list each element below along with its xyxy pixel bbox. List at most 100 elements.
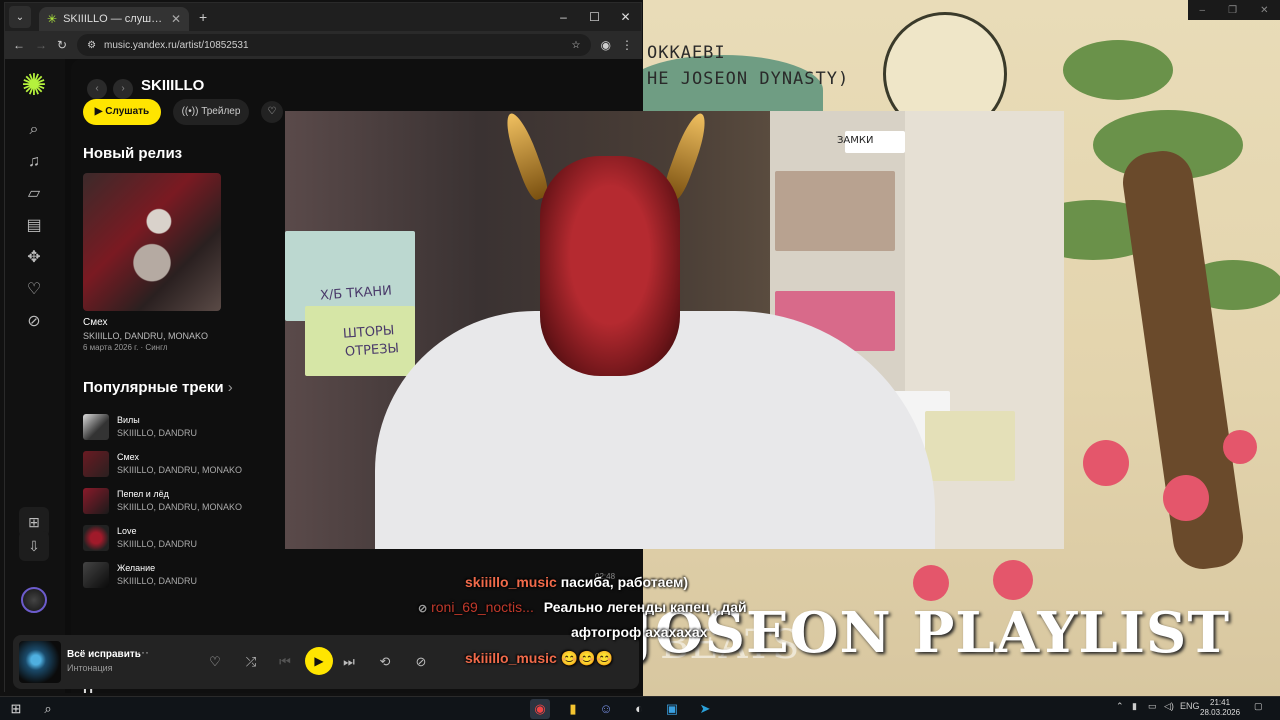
yandex-music-logo-icon[interactable]: ✺ [19, 71, 49, 101]
bg-caption-line2: HE JOSEON DYNASTY) [647, 69, 850, 89]
heart-icon[interactable]: ♡ [23, 279, 45, 301]
search-icon[interactable]: ⌕ [38, 699, 58, 719]
url-text: music.yandex.ru/artist/10852531 [104, 39, 249, 51]
tray-chevron-icon[interactable]: ⌃ [1116, 701, 1124, 712]
chrome-icon[interactable]: ◉ [530, 699, 550, 719]
popular-heading[interactable]: Популярные треки › [83, 379, 233, 396]
chat-message: skiiillo_music 😊😊😊 [465, 650, 613, 667]
close-tab-icon[interactable]: ✕ [171, 12, 181, 26]
trailer-button[interactable]: ((•)) Трейлер [173, 99, 249, 125]
track-cover [83, 525, 109, 551]
cam-horn [500, 111, 552, 203]
chat-text: пасиба, работаем) [560, 574, 689, 590]
avatar[interactable] [21, 587, 47, 613]
track-artists: SKIIILLO, DANDRU [117, 539, 198, 549]
webcam-overlay: Х/Б ТКАНИ ШТОРЫ ОТРЕЗЫ ЗАМКИ [285, 111, 1064, 549]
player-more-icon[interactable]: ··· [137, 645, 149, 659]
close-window-icon[interactable]: ✕ [610, 3, 641, 31]
bg-flower [913, 565, 949, 601]
profile-icon[interactable]: ◉ [601, 38, 611, 52]
browser-menu-icon[interactable]: ⋮ [621, 38, 633, 52]
release-cover[interactable] [83, 173, 221, 311]
popular-heading-label: Популярные треки [83, 379, 224, 396]
chat-message: ⊘ roni_69_noctis... Реально легенды капе… [418, 599, 747, 615]
volume-icon[interactable]: ◁) [1164, 701, 1174, 712]
repeat-icon[interactable]: ⟲ [375, 652, 395, 672]
track-artists: SKIIILLO, DANDRU [117, 428, 198, 438]
track-row[interactable]: Желание SKIIILLO, DANDRU [83, 562, 343, 592]
url-field[interactable]: ⚙ music.yandex.ru/artist/10852531 ☆ [77, 34, 591, 56]
listen-button[interactable]: ▶ Слушать [83, 99, 161, 125]
book-icon[interactable]: ▤ [23, 215, 45, 237]
notifications-icon[interactable]: ▢ [1254, 701, 1263, 712]
windows-start-icon[interactable]: ⊞ [6, 699, 26, 719]
like-icon[interactable]: ♡ [205, 652, 225, 672]
reload-icon[interactable]: ↻ [57, 38, 67, 52]
shuffle-icon[interactable]: ⤮ [241, 652, 261, 672]
bg-caption-line1: OKKAEBI [647, 43, 726, 63]
oni-mask [540, 156, 680, 376]
artist-name: SKIIILLO [141, 77, 205, 94]
usb-icon[interactable]: ▮ [1132, 701, 1137, 712]
dislike-icon[interactable]: ⊘ [411, 652, 431, 672]
release-title[interactable]: Смех [83, 317, 107, 328]
tab-search-button[interactable]: ⌄ [9, 6, 31, 28]
map-icon[interactable]: ▱ [23, 183, 45, 205]
page-back-icon[interactable]: ‹ [87, 79, 107, 99]
chat-text: Реально легенды капец , дай [543, 599, 747, 615]
track-title: Вилы [117, 415, 140, 425]
music-note-icon[interactable]: ♫ [23, 151, 45, 173]
compass-icon[interactable]: ⊘ [23, 311, 45, 333]
discord-icon[interactable]: ☺ [596, 699, 616, 719]
app-icon[interactable]: ▣ [662, 699, 682, 719]
player-track-title[interactable]: Всё исправить [67, 649, 141, 660]
clock[interactable]: 21:41 28.03.2026 [1200, 698, 1240, 718]
chat-username: skiiillo_music [465, 574, 557, 590]
yandex-music-favicon-icon: ✳ [47, 12, 58, 26]
minimize-icon[interactable]: – [548, 3, 579, 31]
bg-window-controls[interactable]: – ❐ ✕ [1188, 0, 1280, 20]
trailer-label: Трейлер [201, 106, 241, 117]
player-cover[interactable] [19, 641, 61, 683]
page-forward-icon[interactable]: › [113, 79, 133, 99]
side-rail: ✺ ⌕ ♫ ▱ ▤ ✥ ♡ ⊘ ⊞ ⇩ [5, 59, 65, 693]
puzzle-icon[interactable]: ✥ [23, 247, 45, 269]
like-artist-icon[interactable]: ♡ [261, 101, 283, 123]
chat-text: афтогроф ахахахах [571, 624, 708, 640]
clock-time: 21:41 [1210, 698, 1231, 707]
listen-label: Слушать [105, 106, 150, 117]
player-track-artist[interactable]: Интонация [67, 663, 113, 673]
network-icon[interactable]: ▭ [1148, 701, 1157, 712]
download-icon[interactable]: ⇩ [19, 531, 49, 561]
search-icon[interactable]: ⌕ [23, 119, 45, 141]
next-icon[interactable]: ⏭ [339, 652, 359, 672]
track-cover [83, 488, 109, 514]
browser-tab[interactable]: ✳ SKIIILLO — слушать онлайн бе ✕ [39, 7, 189, 31]
files-icon[interactable]: ▮ [563, 699, 583, 719]
chevron-right-icon: › [227, 379, 233, 396]
cam-box [775, 171, 895, 251]
track-artists: SKIIILLO, DANDRU [117, 576, 198, 586]
track-title: Смех [117, 452, 139, 462]
back-icon[interactable]: ← [13, 38, 25, 52]
obs-icon[interactable]: ◐ [629, 699, 649, 719]
taskbar: ⊞ ⌕ ◉ ▮ ☺ ◐ ▣ ➤ ⌃ ▮ ▭ ◁) ENG 21:41 28.03… [0, 696, 1280, 720]
track-title: Пепел и лёд [117, 489, 169, 499]
play-button[interactable]: ▶ [305, 647, 333, 675]
language-indicator[interactable]: ENG [1180, 701, 1200, 711]
address-bar: ← → ↻ ⚙ music.yandex.ru/artist/10852531 … [5, 31, 641, 59]
clock-date: 28.03.2026 [1200, 708, 1241, 717]
previous-icon[interactable]: ⏮ [275, 652, 295, 672]
tab-bar: ⌄ ✳ SKIIILLO — слушать онлайн бе ✕ + – ☐… [5, 3, 641, 31]
bg-flower [1163, 475, 1209, 521]
release-artists[interactable]: SKIIILLO, DANDRU, MONAKO [83, 331, 208, 341]
maximize-icon[interactable]: ☐ [579, 3, 610, 31]
track-cover [83, 451, 109, 477]
forward-icon[interactable]: → [35, 38, 47, 52]
chat-message: афтогроф ахахахах [571, 624, 707, 640]
telegram-icon[interactable]: ➤ [695, 699, 715, 719]
bg-caption: OKKAEBI HE JOSEON DYNASTY) [647, 40, 849, 92]
new-tab-button[interactable]: + [199, 9, 207, 25]
bookmark-star-icon[interactable]: ☆ [572, 40, 581, 51]
site-info-icon[interactable]: ⚙ [87, 40, 96, 51]
